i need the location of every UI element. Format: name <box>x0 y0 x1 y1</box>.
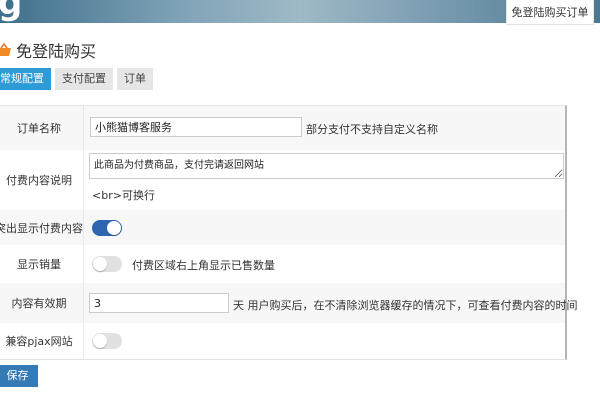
toggle-knob <box>107 221 121 235</box>
row-validity: 内容有效期 天 用户购买后，在不清除浏览器缓存的情况下，可查看付费内容的时间 <box>0 283 578 323</box>
row-pjax: 兼容pjax网站 <box>0 323 565 359</box>
toggle-knob <box>93 334 107 348</box>
page-title: 免登陆购买 <box>16 42 97 61</box>
toggle-knob <box>93 257 107 271</box>
tab-general[interactable]: 常规配置 <box>0 68 51 90</box>
highlight-paid-label: 突出显示付费内容 <box>0 210 84 245</box>
show-sales-label: 显示销量 <box>0 245 84 283</box>
tab-payment[interactable]: 支付配置 <box>55 68 113 90</box>
shopping-basket-icon <box>0 42 12 58</box>
settings-tabs: 常规配置 支付配置 订单 <box>0 68 157 90</box>
pay-description-hint: <br>可换行 <box>92 189 155 202</box>
show-sales-toggle[interactable] <box>92 256 122 272</box>
row-order-name: 订单名称 部分支付不支持自定义名称 <box>0 106 565 150</box>
validity-label: 内容有效期 <box>0 283 84 323</box>
row-highlight-paid: 突出显示付费内容 <box>0 210 565 245</box>
page-header: 免登陆购买 <box>0 40 97 61</box>
row-show-sales: 显示销量 付费区域右上角显示已售数量 <box>0 245 565 283</box>
order-name-hint: 部分支付不支持自定义名称 <box>306 123 438 136</box>
highlight-paid-toggle[interactable] <box>92 220 122 236</box>
pay-description-textarea[interactable]: 此商品为付费商品，支付完请返回网站 <box>89 153 564 179</box>
tab-orders[interactable]: 订单 <box>117 68 153 90</box>
settings-form: 订单名称 部分支付不支持自定义名称 付费内容说明 此商品为付费商品，支付完请返回… <box>0 105 578 360</box>
save-button[interactable]: 保存 <box>0 365 38 387</box>
pjax-label: 兼容pjax网站 <box>0 323 84 359</box>
tab-order-list[interactable]: 免登陆购买订单 <box>506 0 594 25</box>
order-name-label: 订单名称 <box>0 106 84 150</box>
site-logo: g <box>0 0 23 23</box>
validity-hint: 天 用户购买后，在不清除浏览器缓存的情况下，可查看付费内容的时间 <box>233 299 578 312</box>
order-name-input[interactable] <box>90 117 302 137</box>
show-sales-hint: 付费区域右上角显示已售数量 <box>132 259 275 272</box>
row-pay-description: 付费内容说明 此商品为付费商品，支付完请返回网站 <br>可换行 <box>0 150 565 210</box>
pay-description-label: 付费内容说明 <box>0 150 84 210</box>
pjax-toggle[interactable] <box>92 333 122 349</box>
validity-input[interactable] <box>89 293 229 313</box>
